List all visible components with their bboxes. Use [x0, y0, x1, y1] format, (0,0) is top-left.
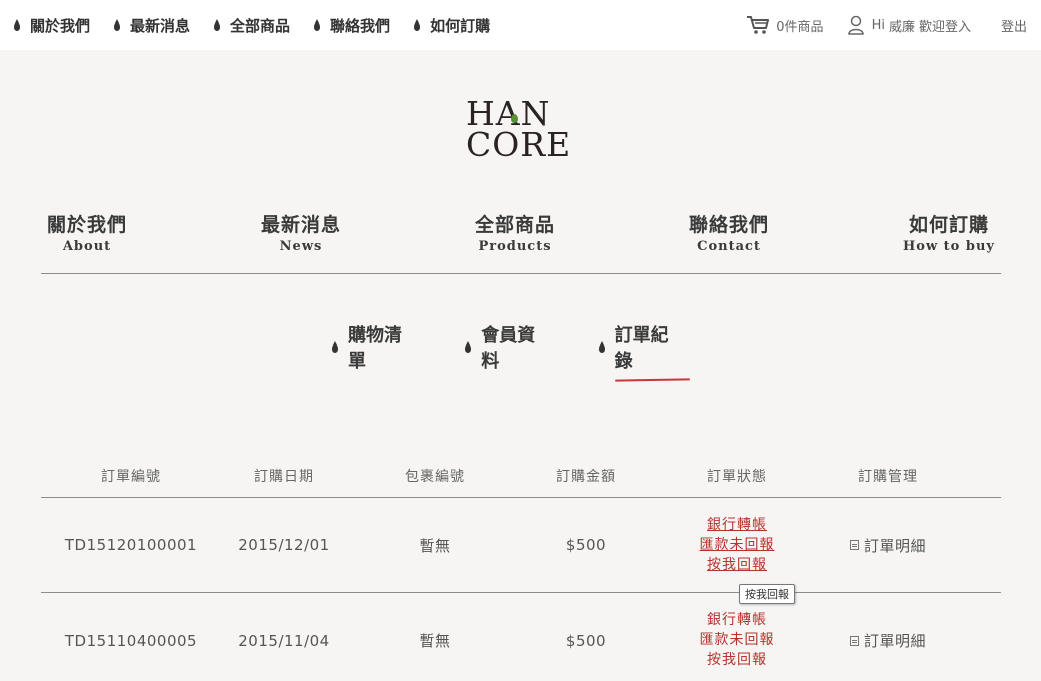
- user-icon: [847, 15, 864, 35]
- drop-icon: [465, 340, 472, 353]
- top-nav-label: 全部商品: [230, 16, 291, 35]
- drop-icon: [114, 18, 121, 31]
- main-nav-news[interactable]: 最新消息 News: [255, 210, 347, 273]
- subnav-shopping-list[interactable]: 購物清單: [332, 321, 419, 373]
- payment-method-link[interactable]: 銀行轉帳: [707, 611, 767, 630]
- package-number: 暫無: [419, 536, 451, 555]
- cart-link[interactable]: 0件商品: [746, 15, 824, 35]
- main-nav-sublabel: Contact: [697, 239, 761, 254]
- order-date: 2015/11/04: [238, 631, 330, 650]
- order-status: 銀行轉帳 匯款未回報 按我回報: [649, 516, 825, 575]
- subnav-label: 訂單紀錄: [614, 325, 669, 372]
- main-nav-sublabel: Products: [478, 239, 552, 254]
- top-nav-label: 關於我們: [30, 16, 91, 35]
- welcome-text: 歡迎登入: [918, 19, 971, 35]
- payment-unreported-link[interactable]: 匯款未回報: [700, 536, 775, 555]
- logo-line-2: CORE: [466, 125, 572, 164]
- top-nav-how-to-buy[interactable]: 如何訂購: [414, 15, 490, 36]
- main-nav-label: 全部商品: [475, 214, 556, 236]
- main-nav-label: 如何訂購: [908, 214, 989, 236]
- column-header: 包裹編號: [405, 469, 465, 485]
- greeting-text: Hi: [871, 17, 885, 33]
- top-nav-news[interactable]: 最新消息: [114, 15, 190, 36]
- subnav-member-info[interactable]: 會員資料: [465, 321, 552, 373]
- column-header: 訂單狀態: [707, 469, 767, 485]
- member-subnav: 購物清單 會員資料 訂單紀錄: [332, 325, 732, 372]
- order-amount: $500: [565, 631, 607, 650]
- column-header: 訂購金額: [556, 469, 616, 485]
- drop-icon: [414, 18, 421, 31]
- payment-unreported-link[interactable]: 匯款未回報: [700, 631, 775, 650]
- top-nav-about[interactable]: 關於我們: [14, 15, 90, 36]
- report-tooltip: 按我回報: [739, 584, 795, 604]
- main-nav-sublabel: News: [279, 239, 323, 254]
- table-row: TD15110400005 2015/11/04 暫無 $500 銀行轉帳 匯款…: [41, 593, 1001, 681]
- drop-icon: [332, 340, 338, 353]
- main-nav-sublabel: About: [62, 239, 112, 254]
- top-nav-label: 如何訂購: [430, 16, 491, 35]
- cart-icon: [747, 16, 770, 34]
- main-nav-how-to-buy[interactable]: 如何訂購 How to buy: [897, 210, 1001, 273]
- column-header: 訂購管理: [858, 469, 918, 485]
- top-nav-products[interactable]: 全部商品: [214, 15, 290, 36]
- payment-method-link[interactable]: 銀行轉帳: [707, 516, 767, 535]
- order-status: 銀行轉帳 匯款未回報 按我回報: [649, 611, 825, 670]
- drop-icon: [598, 340, 605, 353]
- table-row: TD15120100001 2015/12/01 暫無 $500 銀行轉帳 匯款…: [41, 498, 1001, 593]
- order-id: TD15110400005: [64, 631, 198, 650]
- drop-icon: [314, 18, 321, 31]
- username: 威廉: [888, 19, 915, 35]
- main-nav-label: 聯絡我們: [689, 214, 770, 236]
- subnav-order-history[interactable]: 訂單紀錄: [598, 321, 686, 373]
- order-date: 2015/12/01: [238, 536, 330, 554]
- account-area: 0件商品 Hi 威廉 歡迎登入 登出: [746, 15, 1027, 35]
- main-nav-sublabel: How to buy: [903, 239, 995, 254]
- report-payment-link[interactable]: 按我回報: [707, 556, 767, 575]
- main-nav-contact[interactable]: 聯絡我們 Contact: [683, 210, 775, 273]
- document-icon: [849, 540, 859, 550]
- drop-icon: [214, 18, 221, 31]
- logout-link[interactable]: 登出: [1001, 16, 1027, 35]
- order-detail-button[interactable]: 訂單明細: [825, 630, 951, 651]
- user-greeting: Hi 威廉 歡迎登入: [847, 15, 975, 35]
- top-nav-label: 最新消息: [130, 16, 191, 35]
- package-number: 暫無: [419, 632, 451, 650]
- main-nav-label: 關於我們: [47, 214, 128, 236]
- table-header: 訂單編號 訂購日期 包裹編號 訂購金額 訂單狀態 訂購管理: [41, 455, 1001, 498]
- order-detail-button[interactable]: 訂單明細: [825, 535, 951, 556]
- order-table: 訂單編號 訂購日期 包裹編號 訂購金額 訂單狀態 訂購管理 TD15120100…: [41, 455, 1001, 681]
- top-bar: 關於我們 最新消息 全部商品 聯絡我們 如何訂購 0件商品 Hi 威廉 歡迎登入…: [0, 0, 1041, 50]
- brand-logo[interactable]: HAN CORE: [466, 97, 578, 164]
- report-payment-link[interactable]: 按我回報: [707, 651, 767, 670]
- main-nav-label: 最新消息: [261, 214, 342, 236]
- main-nav-about[interactable]: 關於我們 About: [41, 210, 133, 273]
- document-icon: [849, 635, 859, 646]
- main-nav-products[interactable]: 全部商品 Products: [469, 210, 561, 273]
- top-nav-label: 聯絡我們: [330, 16, 391, 35]
- order-amount: $500: [565, 536, 607, 554]
- cart-count: 0件商品: [776, 19, 824, 35]
- order-id: TD15120100001: [64, 536, 198, 554]
- subnav-label: 會員資料: [481, 325, 536, 372]
- subnav-label: 購物清單: [347, 325, 402, 372]
- column-header: 訂購日期: [254, 469, 314, 485]
- column-header: 訂單編號: [101, 469, 161, 485]
- drop-icon: [14, 18, 20, 31]
- order-detail-label: 訂單明細: [863, 632, 926, 650]
- main-nav: 關於我們 About 最新消息 News 全部商品 Products 聯絡我們 …: [41, 210, 1001, 274]
- order-detail-label: 訂單明細: [863, 536, 926, 555]
- leaf-icon: [511, 114, 518, 123]
- top-nav-contact[interactable]: 聯絡我們: [314, 15, 390, 36]
- top-nav: 關於我們 最新消息 全部商品 聯絡我們 如何訂購: [14, 15, 514, 36]
